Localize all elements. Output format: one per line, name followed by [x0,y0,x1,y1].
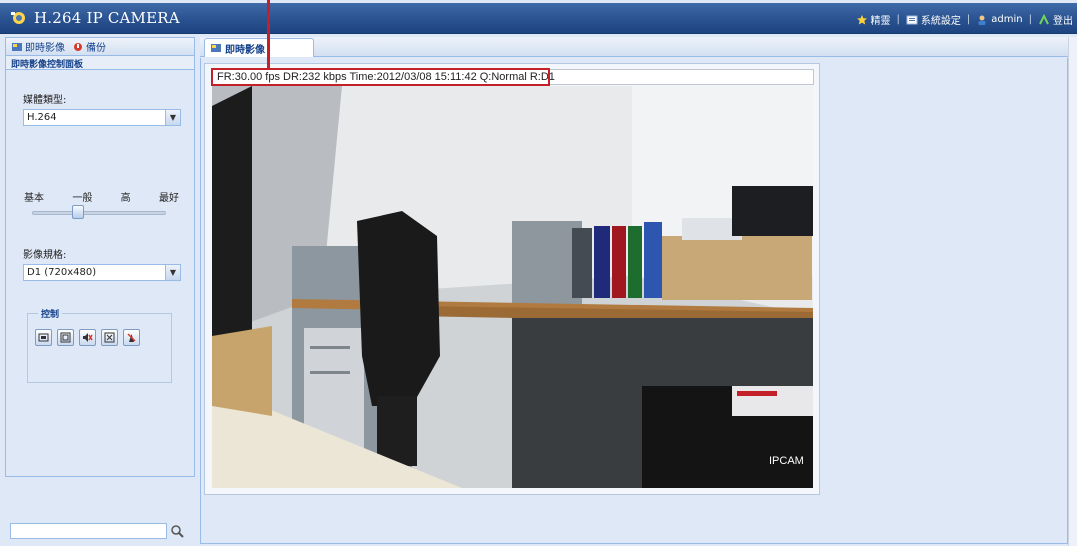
tab-backup[interactable]: 備份 [73,39,106,54]
microphone-button[interactable] [123,329,140,346]
tab-live-view[interactable]: 即時影像 [12,39,65,54]
live-view-icon [12,42,22,51]
control-panel-title: 即時影像控制面板 [6,56,194,70]
tab-backup-label: 備份 [86,43,106,54]
backup-icon [74,42,82,51]
chevron-down-icon[interactable]: ▼ [165,110,180,125]
header-bar: H.264 IP CAMERA 精靈 | 系統設定 | admin | 登出 [0,3,1077,34]
quality-slider-track[interactable] [32,211,166,215]
favorites-label: 精靈 [870,16,891,27]
separator: | [966,14,971,25]
tab-live-view-label: 即時影像 [25,43,65,54]
logout-icon [1039,13,1049,24]
microphone-icon [127,333,136,342]
main-tabbar: 即時影像 [200,37,1068,57]
quality-label-best: 最好 [158,193,179,204]
annotation-marker-line [267,0,270,70]
quality-slider-thumb[interactable] [72,205,85,219]
user-icon [978,15,986,25]
quality-label-high: 高 [120,193,131,204]
logout-link[interactable]: 登出 [1038,12,1073,27]
favorites-link[interactable]: 精靈 [856,12,891,27]
quality-labels: 基本 一般 高 最好 [24,189,179,204]
system-settings-label: 系統設定 [920,16,961,27]
header-links: 精靈 | 系統設定 | admin | 登出 [856,12,1073,27]
zoom-button[interactable] [101,329,118,346]
info-highlight-box [211,68,550,86]
control-buttons [35,329,140,346]
live-video[interactable] [212,86,813,488]
snapshot-icon [38,333,49,342]
fullscreen-icon [60,332,71,343]
fullscreen-button[interactable] [57,329,74,346]
codec-select[interactable]: H.264 ▼ [23,109,181,126]
tab-live-view-main[interactable]: 即時影像 [204,38,314,57]
app-title: H.264 IP CAMERA [34,9,180,27]
main-tab-label: 即時影像 [225,44,265,56]
left-panel: 即時影像 備份 即時影像控制面板 媒體類型: H.264 ▼ 基本 一般 高 最… [5,37,195,477]
control-group: 控制 [27,307,172,383]
live-view-icon [211,44,221,52]
search-icon [171,525,184,538]
star-icon [856,14,867,24]
search-button[interactable] [168,522,186,540]
resolution-select[interactable]: D1 (720x480) ▼ [23,264,181,281]
quality-label-basic: 基本 [24,193,44,204]
chevron-down-icon[interactable]: ▼ [165,265,180,280]
settings-icon [906,15,918,24]
system-settings-link[interactable]: 系統設定 [906,12,961,27]
logout-label: 登出 [1053,16,1073,27]
quality-label-normal: 一般 [72,193,93,204]
app-window: H.264 IP CAMERA 精靈 | 系統設定 | admin | 登出 即… [0,0,1077,546]
separator: | [896,14,900,25]
control-body: 媒體類型: H.264 ▼ 基本 一般 高 最好 影像規格: D1 (720x4… [12,72,188,476]
video-scene [212,86,813,488]
user-link[interactable]: admin [976,14,1023,26]
user-label: admin [991,14,1023,25]
snapshot-button[interactable] [35,329,52,346]
separator: | [1028,14,1032,25]
search-input[interactable] [10,523,167,539]
audio-button[interactable] [79,329,96,346]
control-legend: 控制 [38,307,63,320]
resolution-label: 影像規格: [23,250,67,261]
resolution-value: D1 (720x480) [27,267,97,278]
right-scroll-strip [1068,37,1077,546]
camera-logo-icon [11,12,25,24]
codec-value: H.264 [27,112,57,123]
codec-label: 媒體類型: [23,95,67,106]
speaker-mute-icon [83,333,93,342]
left-tabs: 即時影像 備份 [6,38,194,56]
zoom-icon [104,332,115,343]
video-watermark: IPCAM [769,455,804,467]
